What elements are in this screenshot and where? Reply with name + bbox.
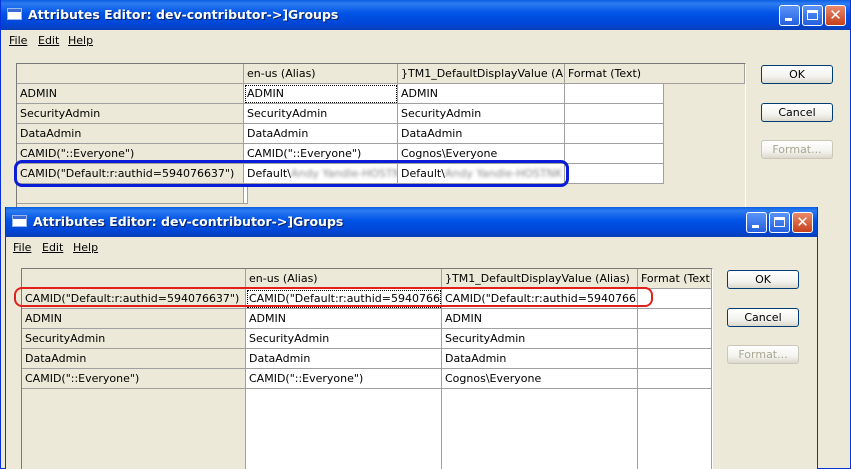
grid-cell[interactable] [565,164,664,184]
row-header[interactable]: CAMID("::Everyone") [22,369,246,389]
obscured-text: Andy Yandle-HOSTNK [290,167,398,180]
grid-cell[interactable]: CAMID("::Everyone") [246,369,442,389]
corner-header [17,64,244,84]
title-bar[interactable]: Attributes Editor: dev-contributor->]Gro… [6,207,817,237]
row-header[interactable]: ADMIN [17,84,244,104]
obscured-text: Andy Yandle-HOSTNK [444,167,563,180]
corner-header [22,269,246,289]
cancel-button[interactable]: Cancel [761,103,833,122]
grid-cell[interactable]: SecurityAdmin [442,329,638,349]
grid-cell[interactable]: ADMIN [442,309,638,329]
menu-bar: File Edit Help [1,30,850,51]
column-header[interactable]: Format (Text) [565,64,745,84]
grid-cell[interactable] [565,104,664,124]
close-icon: ✕ [829,6,842,24]
grid-cell[interactable]: Default\Andy Yandle-HOSTNK [398,164,565,184]
attributes-grid: en-us (Alias) }TM1_DefaultDisplayValue (… [16,63,746,213]
grid-cell[interactable]: ADMIN [398,84,565,104]
row-header[interactable]: DataAdmin [17,124,244,144]
menu-file[interactable]: File [13,241,31,254]
format-button[interactable]: Format... [727,345,799,364]
grid-cell[interactable]: CAMID("Default:r:authid=594076637") [442,289,638,309]
grid-cell[interactable]: DataAdmin [398,124,565,144]
format-button[interactable]: Format... [761,140,833,159]
empty-cell [442,389,638,469]
menu-edit[interactable]: Edit [42,241,63,254]
row-header[interactable]: CAMID("::Everyone") [17,144,244,164]
minimize-button[interactable] [779,5,800,26]
window-title: Attributes Editor: dev-contributor->]Gro… [28,7,339,22]
grid-cell[interactable] [565,124,664,144]
app-window-icon [7,8,22,20]
menu-help[interactable]: Help [68,34,93,47]
menu-bar: File Edit Help [6,237,817,258]
maximize-button[interactable] [769,212,790,233]
empty-row-header [17,184,244,204]
column-header[interactable]: en-us (Alias) [244,64,398,84]
grid-cell[interactable]: SecurityAdmin [244,104,398,124]
grid-cell[interactable]: Default\Andy Yandle-HOSTNK [244,164,398,184]
grid-cell[interactable] [565,84,664,104]
row-header[interactable]: SecurityAdmin [17,104,244,124]
close-button[interactable]: ✕ [825,5,846,26]
cancel-button[interactable]: Cancel [727,308,799,327]
attributes-grid: en-us (Alias) }TM1_DefaultDisplayValue (… [21,268,713,469]
row-header[interactable]: CAMID("Default:r:authid=594076637") [17,164,244,184]
empty-row-header [22,389,246,469]
empty-cell [244,184,248,204]
grid-cell[interactable]: SecurityAdmin [398,104,565,124]
ok-button[interactable]: OK [761,65,833,84]
column-header[interactable]: }TM1_DefaultDisplayValue (Alias) [442,269,638,289]
empty-cell [638,389,712,469]
grid-cell[interactable] [638,369,712,389]
row-header[interactable]: CAMID("Default:r:authid=594076637") [22,289,246,309]
close-icon: ✕ [796,213,809,231]
ok-button[interactable]: OK [727,270,799,289]
menu-edit[interactable]: Edit [38,34,59,47]
minimize-icon [785,18,792,21]
title-bar[interactable]: Attributes Editor: dev-contributor->]Gro… [1,0,850,30]
grid-cell[interactable]: ADMIN [244,84,398,104]
grid-cell[interactable]: SecurityAdmin [246,329,442,349]
grid-cell[interactable]: DataAdmin [246,349,442,369]
minimize-button[interactable] [746,212,767,233]
row-header[interactable]: ADMIN [22,309,246,329]
menu-file[interactable]: File [9,34,27,47]
window-title: Attributes Editor: dev-contributor->]Gro… [33,214,344,229]
grid-cell[interactable]: Cognos\Everyone [398,144,565,164]
maximize-icon [774,217,785,227]
grid-cell[interactable]: Cognos\Everyone [442,369,638,389]
maximize-button[interactable] [802,5,823,26]
grid-cell[interactable]: CAMID("::Everyone") [244,144,398,164]
grid-cell[interactable] [565,144,664,164]
grid-cell[interactable] [638,349,712,369]
maximize-icon [807,10,818,20]
row-header[interactable]: DataAdmin [22,349,246,369]
grid-cell[interactable] [638,289,712,309]
grid-cell[interactable]: ADMIN [246,309,442,329]
row-header[interactable]: SecurityAdmin [22,329,246,349]
column-header[interactable]: en-us (Alias) [246,269,442,289]
empty-cell [246,389,442,469]
app-window-icon [12,215,27,227]
grid-cell[interactable]: DataAdmin [442,349,638,369]
column-header[interactable]: Format (Text) [638,269,712,289]
menu-help[interactable]: Help [73,241,98,254]
attributes-editor-window-front: Attributes Editor: dev-contributor->]Gro… [5,207,818,469]
grid-cell[interactable]: CAMID("Default:r:authid=594076637") [246,289,442,309]
close-button[interactable]: ✕ [792,212,813,233]
grid-cell[interactable]: DataAdmin [244,124,398,144]
grid-cell[interactable] [638,329,712,349]
minimize-icon [752,225,759,228]
column-header[interactable]: }TM1_DefaultDisplayValue (Alias) [398,64,565,84]
grid-cell[interactable] [638,309,712,329]
